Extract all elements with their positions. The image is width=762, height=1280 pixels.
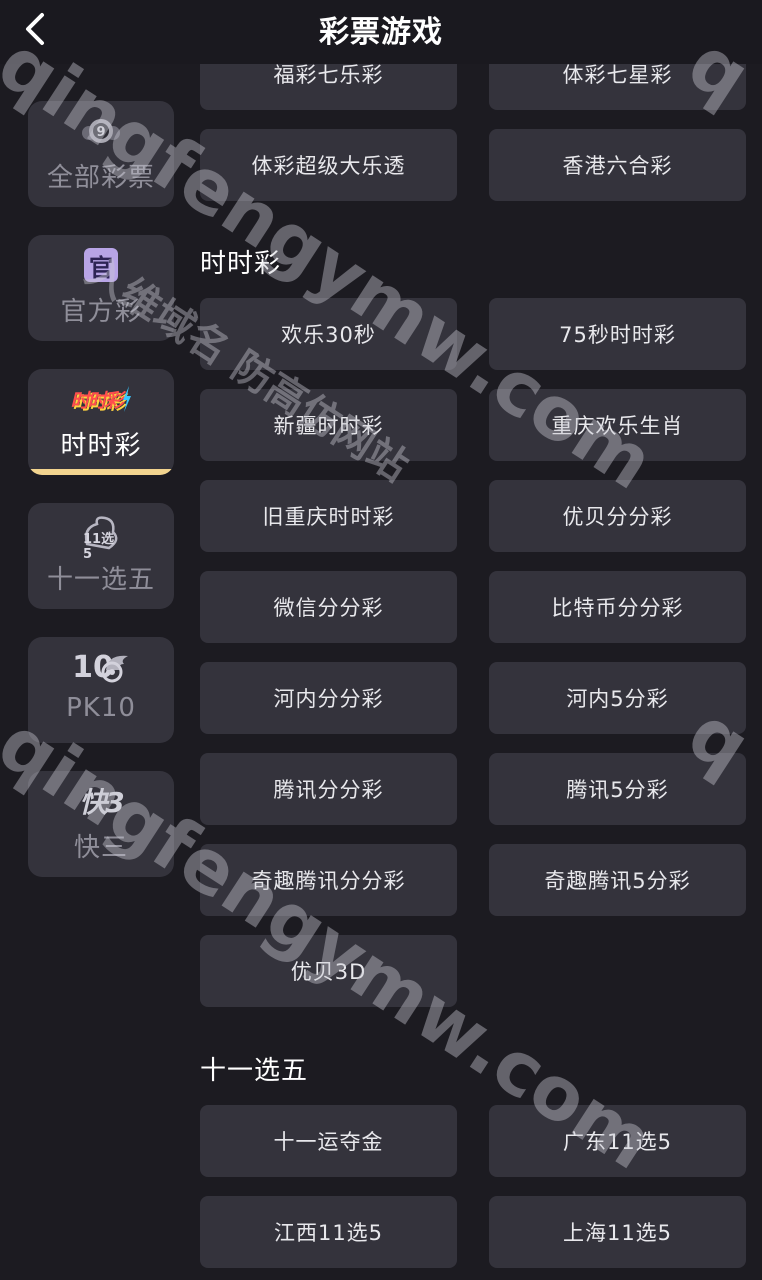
game-tile[interactable]: 新疆时时彩 [200, 389, 457, 461]
game-tile[interactable]: 江西11选5 [200, 1196, 457, 1268]
eleven-five-text: 11选5 [83, 532, 115, 562]
game-tile[interactable]: 旧重庆时时彩 [200, 480, 457, 552]
sidebar-item-label: 时时彩 [60, 431, 142, 461]
sidebar-item-all-lottery[interactable]: 9 全部彩票 [28, 101, 174, 207]
chevron-left-icon [26, 13, 44, 45]
ssc-logo-text: 时时彩 [70, 389, 123, 412]
sidebar-item-official[interactable]: 官 官方彩 [28, 235, 174, 341]
sidebar-item-label: 快三 [73, 833, 128, 863]
game-tile[interactable]: 奇趣腾讯5分彩 [489, 844, 746, 916]
eleven-five-icon: 11选5 [79, 513, 123, 562]
lightning-icon [122, 386, 131, 412]
game-tile[interactable]: 香港六合彩 [489, 129, 746, 201]
game-tile[interactable]: 微信分分彩 [200, 571, 457, 643]
game-tile[interactable]: 优贝3D [200, 935, 457, 1007]
sidebar-item-11x5[interactable]: 11选5 十一选五 [28, 503, 174, 609]
game-tile[interactable]: 腾讯5分彩 [489, 753, 746, 825]
game-tile[interactable]: 腾讯分分彩 [200, 753, 457, 825]
page-title: 彩票游戏 [319, 15, 443, 50]
game-tile[interactable]: 河内5分彩 [489, 662, 746, 734]
game-tile[interactable]: 十一运夺金 [200, 1105, 457, 1177]
sidebar-item-pk10[interactable]: 10 PK10 [28, 637, 174, 743]
game-tile[interactable]: 体彩超级大乐透 [200, 129, 457, 201]
sidebar-item-label: 全部彩票 [46, 163, 155, 193]
game-tile[interactable]: 河内分分彩 [200, 662, 457, 734]
ssc-logo-icon: 时时彩 [70, 379, 131, 419]
game-tile[interactable]: 重庆欢乐生肖 [489, 389, 746, 461]
game-tile[interactable]: 优贝分分彩 [489, 480, 746, 552]
pk10-wheel-icon: 10 [72, 647, 130, 687]
official-badge-icon: 官 [84, 245, 118, 285]
sidebar-item-label: PK10 [66, 693, 136, 723]
k3-logo-text: 快3 [79, 786, 125, 819]
back-button[interactable] [10, 4, 60, 54]
header-bar: 彩票游戏 [0, 0, 762, 64]
svg-text:9: 9 [96, 125, 105, 140]
section-title-ssc: 时时彩 [200, 249, 282, 279]
game-tile[interactable]: 比特币分分彩 [489, 571, 746, 643]
sidebar-item-label: 十一选五 [46, 565, 155, 595]
sidebar-item-ssc[interactable]: 时时彩 时时彩 [28, 369, 174, 475]
lottery-ball-icon: 9 [81, 111, 121, 151]
game-tile[interactable]: 75秒时时彩 [489, 298, 746, 370]
game-tile[interactable]: 欢乐30秒 [200, 298, 457, 370]
official-badge-text: 官 [89, 253, 113, 282]
k3-logo-icon: 快3 [79, 781, 125, 821]
game-list: 福彩七乐彩 体彩七星彩 体彩超级大乐透 香港六合彩 时时彩 欢乐30秒 75秒时… [200, 0, 762, 1280]
sidebar-item-label: 官方彩 [60, 297, 142, 327]
category-sidebar: 9 全部彩票 官 官方彩 时时彩 时时彩 11选5 十一选五 10 PK10 快… [0, 64, 190, 1280]
section-title-11x5: 十一选五 [200, 1056, 309, 1086]
game-tile[interactable]: 奇趣腾讯分分彩 [200, 844, 457, 916]
page: 彩票游戏 9 全部彩票 官 官方彩 时时彩 时时彩 11选5 十一选五 10 P… [0, 0, 762, 1280]
sidebar-item-k3[interactable]: 快3 快三 [28, 771, 174, 877]
game-tile[interactable]: 上海11选5 [489, 1196, 746, 1268]
game-tile[interactable]: 广东11选5 [489, 1105, 746, 1177]
